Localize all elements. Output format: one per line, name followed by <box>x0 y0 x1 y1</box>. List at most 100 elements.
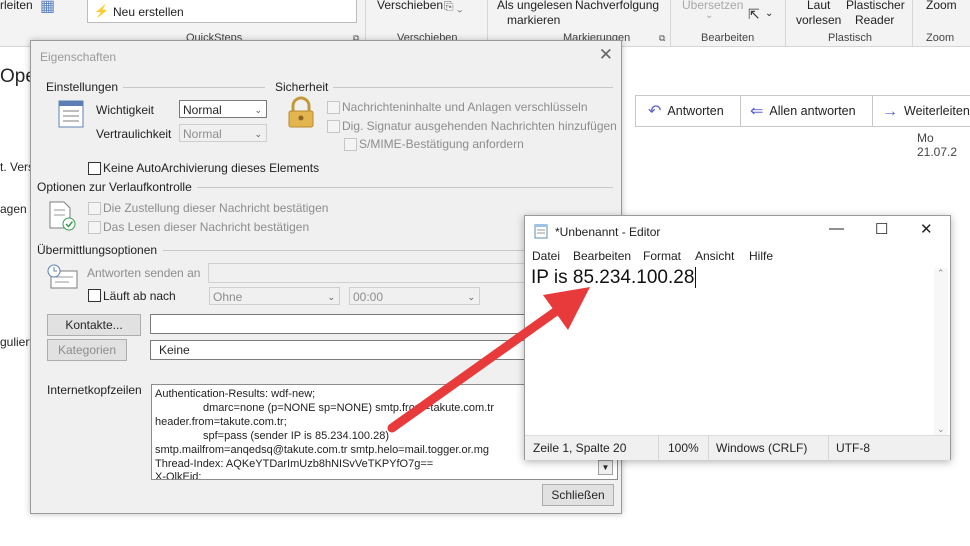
mail-fragment: agen <box>0 202 27 216</box>
delivery-section-header: Übermittlungsoptionen <box>37 243 158 257</box>
ribbon-separator <box>912 0 913 46</box>
followup-button[interactable]: Nachverfolgung <box>575 0 659 12</box>
status-zoom: 100% <box>668 441 699 455</box>
quickstep-new-item[interactable]: Neu erstellen <box>113 5 184 19</box>
toolbar-divider <box>740 96 741 126</box>
status-position: Zeile 1, Spalte 20 <box>533 441 627 455</box>
reply-icon: ↶ <box>648 103 662 120</box>
sign-checkbox[interactable] <box>327 120 340 133</box>
close-icon[interactable]: ✕ <box>920 220 933 238</box>
expires-time-value: 00:00 <box>353 290 384 304</box>
lightning-icon: ⚡ <box>94 4 109 18</box>
scroll-down-icon[interactable]: ⌄ <box>937 424 945 435</box>
text-cursor <box>695 267 697 288</box>
toolbar-divider <box>872 96 873 126</box>
read-aloud-button-line2[interactable]: vorlesen <box>796 13 841 27</box>
no-autoarchive-checkbox[interactable] <box>88 162 101 175</box>
menu-edit[interactable]: Bearbeiten <box>573 249 631 263</box>
status-line-ending: Windows (CRLF) <box>716 441 808 455</box>
contacts-button[interactable]: Kontakte... <box>47 314 141 336</box>
dialog-title: Eigenschaften <box>40 50 117 64</box>
move-button[interactable]: Verschieben <box>377 0 443 12</box>
minimize-icon[interactable]: — <box>829 220 844 237</box>
reply-toolbar: ↶ Antworten ⇐ Allen antworten → Weiterleite… <box>635 95 970 127</box>
header-line: X-OlkEid: <box>155 471 202 480</box>
reply-all-icon: ⇐ <box>750 103 764 120</box>
expires-date-value: Ohne <box>213 290 243 304</box>
mark-unread-button-line2[interactable]: markieren <box>507 13 560 27</box>
menu-file[interactable]: Datei <box>532 249 560 263</box>
delivery-receipt-checkbox[interactable] <box>88 202 101 215</box>
settings-list-icon <box>58 100 84 128</box>
zoom-button[interactable]: Zoom <box>926 0 957 12</box>
notepad-content: IP is 85.234.100.28 <box>531 267 695 288</box>
scroll-up-icon[interactable]: ⌃ <box>937 268 945 279</box>
ribbon-forward-fragment[interactable]: rleiten <box>0 0 33 12</box>
tracking-document-icon <box>49 201 76 231</box>
expires-checkbox[interactable] <box>88 289 101 302</box>
rules-icon[interactable]: ⎘ ⌄ <box>444 0 463 14</box>
menu-help[interactable]: Hilfe <box>749 249 773 263</box>
expires-time-select[interactable]: 00:00 ⌄ <box>349 287 480 305</box>
mail-fragment: t. Vers <box>0 160 35 174</box>
categories-input[interactable]: Keine <box>150 340 530 360</box>
categories-button[interactable]: Kategorien <box>47 339 127 361</box>
reply-to-input[interactable] <box>208 263 528 283</box>
tracking-section-header: Optionen zur Verlaufkontrolle <box>37 180 192 194</box>
notepad-title: *Unbenannt - Editor <box>555 225 661 239</box>
header-line: smtp.mailfrom=anqedsq@takute.com.tr smtp… <box>155 444 489 456</box>
smime-checkbox[interactable] <box>344 138 357 151</box>
sensitivity-label: Vertraulichkeit <box>96 127 172 141</box>
close-button[interactable]: Schließen <box>542 484 614 506</box>
ribbon-separator <box>670 0 671 46</box>
importance-select[interactable]: Normal ⌄ <box>179 100 267 118</box>
reply-button-label: Antworten <box>667 104 724 118</box>
status-divider <box>828 436 829 460</box>
read-receipt-checkbox[interactable] <box>88 221 101 234</box>
translate-dropdown-icon[interactable]: ⌄ <box>705 10 713 21</box>
contacts-input[interactable] <box>150 314 530 334</box>
notepad-icon <box>534 224 548 239</box>
group-label-edit: Bearbeiten <box>701 32 755 44</box>
immersive-reader-button[interactable]: Plastischer <box>846 0 905 12</box>
vertical-scrollbar[interactable]: ⌃ ⌄ <box>934 268 948 435</box>
forward-button-label: Weiterleiten <box>904 104 970 118</box>
encrypt-checkbox[interactable] <box>327 101 340 114</box>
reply-all-button-label: Allen antworten <box>769 104 856 118</box>
close-icon[interactable]: ✕ <box>599 45 613 65</box>
quicksteps-gallery[interactable]: ⚡ Neu erstellen <box>87 0 357 23</box>
delivery-clock-icon <box>47 264 78 289</box>
mark-unread-button[interactable]: Als ungelesen <box>497 0 572 12</box>
select-dropdown-icon[interactable]: ⌄ <box>765 8 773 19</box>
expires-label: Läuft ab nach <box>103 289 176 303</box>
scroll-down-icon[interactable]: ▼ <box>598 460 613 475</box>
tags-launcher-icon[interactable]: ⧉ <box>659 33 665 44</box>
status-divider <box>658 436 659 460</box>
status-divider <box>708 436 709 460</box>
more-respond-icon[interactable]: ▦ <box>40 0 55 16</box>
reply-all-button[interactable]: ⇐ Allen antworten <box>750 96 856 126</box>
forward-button[interactable]: → Weiterleiten <box>882 96 970 126</box>
section-divider <box>197 187 613 188</box>
immersive-reader-button-line2[interactable]: Reader <box>855 13 894 27</box>
select-cursor-icon[interactable]: ⇱ <box>748 6 760 23</box>
maximize-icon[interactable]: ☐ <box>875 220 888 238</box>
notepad-text-area[interactable]: IP is 85.234.100.28 <box>531 267 697 289</box>
read-aloud-button[interactable]: Laut <box>807 0 830 12</box>
sensitivity-select[interactable]: Normal ⌄ <box>179 124 267 142</box>
chevron-down-icon: ⌄ <box>467 292 475 302</box>
header-line: dmarc=none (p=NONE sp=NONE) smtp.from=ta… <box>203 402 494 414</box>
settings-section-header: Einstellungen <box>46 80 119 94</box>
chevron-down-icon: ⌄ <box>327 292 335 302</box>
sign-label: Dig. Signatur ausgehenden Nachrichten hi… <box>342 119 617 133</box>
reply-button[interactable]: ↶ Antworten <box>648 96 724 126</box>
status-encoding: UTF-8 <box>836 441 870 455</box>
expires-date-select[interactable]: Ohne ⌄ <box>209 287 340 305</box>
group-label-zoom: Zoom <box>926 32 955 44</box>
header-line: Thread-Index: AQKeYTDarImUzb8hNISvVeTKPY… <box>155 458 434 470</box>
forward-icon: → <box>882 103 898 120</box>
importance-label: Wichtigkeit <box>96 103 155 117</box>
menu-format[interactable]: Format <box>643 249 681 263</box>
menu-view[interactable]: Ansicht <box>695 249 734 263</box>
header-line: header.from=takute.com.tr; <box>155 416 287 428</box>
